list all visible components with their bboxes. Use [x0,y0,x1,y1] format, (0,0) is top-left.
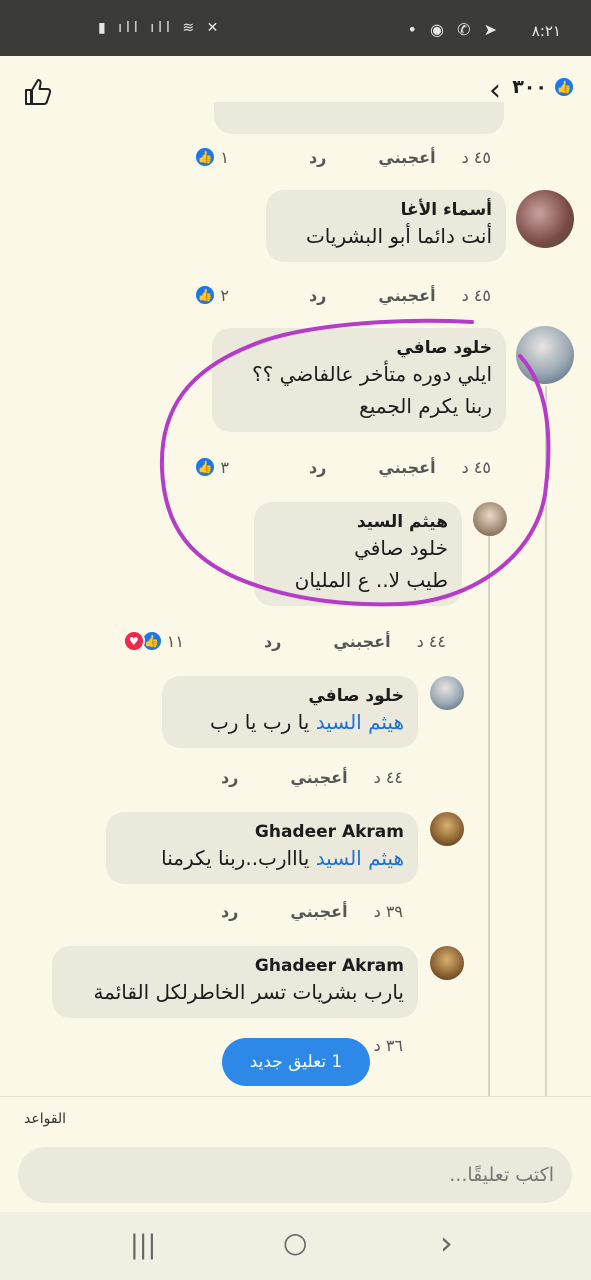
avatar[interactable] [430,946,464,980]
comment-time: ٤٤ د [373,768,403,787]
like-button[interactable]: أعجبني [378,286,435,305]
comment-input[interactable]: اكتب تعليقًا... [18,1147,572,1203]
status-time: ٨:٢١ [531,22,561,40]
reaction-count[interactable]: ٣ 👍 [194,456,229,478]
comment-actions: ٤٥ د أعجبني رد ٣ 👍 [194,456,491,478]
reaction-count[interactable]: ١١ 👍 ♥ [122,630,184,652]
home-icon[interactable]: ○ [283,1226,307,1259]
like-button[interactable]: أعجبني [378,458,435,477]
reaction-count: ٣٠٠ [512,76,547,98]
like-reaction-icon: 👍 [194,146,217,168]
comment-actions: ٤٤ د أعجبني رد ١١ 👍 ♥ [122,630,446,652]
comment-author[interactable]: Ghadeer Akram [120,822,404,842]
like-button[interactable]: أعجبني [290,902,347,921]
comment-text: ربنا يكرم الجميع [359,394,492,418]
comment-author[interactable]: أسماء الأغا [280,200,492,220]
status-icons: ▮ ıll ıll ≋ ✕ [98,20,223,36]
avatar[interactable] [516,326,574,384]
reply-button[interactable]: رد [221,768,238,787]
comment-mention[interactable]: خلود صافي [268,532,448,564]
comment-text: يارب بشريات تسر الخاطرلكل القائمة [93,980,404,1004]
notification-icons: • ◉ ✆ ➤ [407,20,501,39]
reply-button[interactable]: رد [309,286,326,305]
comment-time: ٤٥ د [461,457,491,477]
avatar[interactable] [473,502,507,536]
recents-icon[interactable]: ||| [130,1230,156,1260]
comment-actions: ٤٥ د أعجبني رد ٢ 👍 [194,284,491,306]
comment-mention[interactable]: هيثم السيد [316,710,404,734]
comment-text: يا رب يا رب [209,710,310,734]
comments-sheet: ‹ 👍 ٣٠٠ ٤٥ د أعجبني رد ١ 👍 أسماء الأغا أن… [0,56,591,1212]
avatar[interactable] [516,190,574,248]
comment-author[interactable]: هيثم السيد [268,512,448,532]
reaction-summary[interactable]: 👍 ٣٠٠ [512,76,575,98]
comment-time: ٤٥ د [461,147,491,167]
comment-actions: ٤٥ د أعجبني رد ١ 👍 [194,146,491,168]
comment-bubble: Ghadeer Akram هيثم السيد يااارب..ربنا يك… [106,812,418,884]
comment-time: ٤٥ د [461,285,491,305]
comment-time: ٤٤ د [416,631,446,651]
reply-button[interactable]: رد [309,148,326,167]
thread-line [545,386,547,1106]
like-button[interactable]: أعجبني [378,148,435,167]
comment-bubble: هيثم السيد خلود صافي طيب لا.. ع المليان [254,502,462,606]
like-reaction-icon: 👍 [194,456,217,478]
system-nav-bar: ||| ○ › [0,1212,591,1280]
thread-line [488,536,490,1106]
comment-actions: ٣٩ د أعجبني رد [221,902,403,921]
reply-button[interactable]: رد [309,458,326,477]
comment-actions: ٤٤ د أعجبني رد [221,768,403,787]
comment-bubble: خلود صافي هيثم السيد يا رب يا رب [162,676,418,748]
back-icon[interactable]: › [440,1224,453,1262]
new-comment-button[interactable]: 1 تعليق جديد [222,1038,370,1086]
status-bar: ▮ ıll ıll ≋ ✕ • ◉ ✆ ➤ ٨:٢١ [0,0,591,56]
comment-time: ٣٩ د [373,902,403,921]
reaction-count[interactable]: ١ 👍 [194,146,229,168]
avatar[interactable] [430,812,464,846]
like-outline-icon[interactable] [22,76,54,108]
comment-bubble: خلود صافي ايلي دوره متأخر عالفاضي ؟؟ ربن… [212,328,506,432]
reply-button[interactable]: رد [221,902,238,921]
comment-mention[interactable]: هيثم السيد [316,846,404,870]
avatar[interactable] [430,676,464,710]
comment-bubble [214,102,504,134]
like-button[interactable]: أعجبني [290,768,347,787]
comment-text: يااارب..ربنا يكرمنا [161,846,310,870]
comment-bubble: أسماء الأغا أنت دائما أبو البشريات [266,190,506,262]
comment-author[interactable]: خلود صافي [226,338,492,358]
like-reaction-icon: 👍 [194,284,217,306]
reply-button[interactable]: رد [264,632,281,651]
comment-bubble: Ghadeer Akram يارب بشريات تسر الخاطرلكل … [52,946,418,1018]
rules-link[interactable]: القواعد [24,1111,66,1127]
like-button[interactable]: أعجبني [333,632,390,651]
comment-author[interactable]: Ghadeer Akram [66,956,404,976]
comment-text: ايلي دوره متأخر عالفاضي ؟؟ [252,362,492,386]
reaction-count[interactable]: ٢ 👍 [194,284,229,306]
comment-text: أنت دائما أبو البشريات [305,224,492,248]
comment-time: ٣٦ د [373,1036,403,1055]
comment-text: طيب لا.. ع المليان [294,568,448,592]
comment-composer: القواعد اكتب تعليقًا... [0,1096,591,1212]
like-reaction-icon: 👍 [553,76,575,98]
comment-author[interactable]: خلود صافي [176,686,404,706]
love-reaction-icon: ♥ [122,630,145,652]
